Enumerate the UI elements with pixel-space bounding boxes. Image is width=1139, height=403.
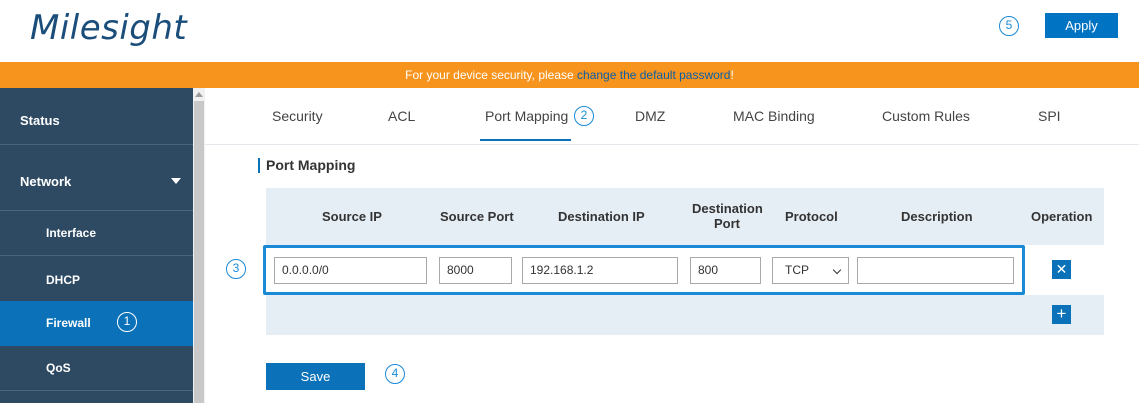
add-row-button[interactable]: + xyxy=(1052,305,1071,324)
delete-row-button[interactable]: ✕ xyxy=(1052,260,1071,279)
change-password-link[interactable]: change the default password xyxy=(577,68,730,82)
sidebar-item-label: Firewall xyxy=(46,316,91,330)
tab-spi[interactable]: SPI xyxy=(1038,108,1061,124)
sidebar-item-dhcp[interactable]: DHCP xyxy=(0,256,193,300)
tab-acl[interactable]: ACL xyxy=(388,108,415,124)
banner-text: For your device security, please xyxy=(405,68,578,82)
milesight-logo: Milesight xyxy=(30,8,188,48)
step-marker-1: 1 xyxy=(117,312,137,332)
save-button[interactable]: Save xyxy=(266,363,365,390)
row-highlight-box xyxy=(263,245,1025,295)
sidebar-item-label: Network xyxy=(20,174,72,189)
scrollbar-thumb[interactable] xyxy=(194,101,204,403)
step-marker-2: 2 xyxy=(574,106,594,126)
sidebar-item-label: QoS xyxy=(46,361,71,375)
column-header-destination-ip: Destination IP xyxy=(558,209,645,224)
sidebar-item-label: Interface xyxy=(46,226,97,240)
column-header-operation: Operation xyxy=(1031,209,1093,224)
apply-button[interactable]: Apply xyxy=(1045,13,1118,38)
column-header-protocol: Protocol xyxy=(785,209,838,224)
active-tab-indicator xyxy=(480,139,571,141)
table-header xyxy=(266,188,1104,245)
add-row-bar xyxy=(266,295,1104,335)
tab-security[interactable]: Security xyxy=(272,108,323,124)
sidebar-item-label: Status xyxy=(20,113,60,128)
security-banner: For your device security, please change … xyxy=(0,62,1139,88)
scroll-up-arrow-icon[interactable] xyxy=(195,92,203,97)
banner-suffix: ! xyxy=(730,68,734,82)
top-bar: Milesight 5 Apply xyxy=(0,0,1139,62)
step-marker-5: 5 xyxy=(999,16,1019,36)
sidebar-divider xyxy=(0,390,193,391)
column-header-description: Description xyxy=(901,209,973,224)
tab-bar xyxy=(205,88,1139,145)
header-line-2: Port xyxy=(714,216,740,231)
tab-mac-binding[interactable]: MAC Binding xyxy=(733,108,815,124)
sidebar-divider xyxy=(0,144,193,145)
column-header-source-port: Source Port xyxy=(440,209,514,224)
step-marker-4: 4 xyxy=(385,364,405,384)
column-header-destination-port: Destination Port xyxy=(692,201,763,231)
sidebar-item-interface[interactable]: Interface xyxy=(0,211,193,255)
sidebar-item-status[interactable]: Status xyxy=(0,98,193,144)
tab-custom-rules[interactable]: Custom Rules xyxy=(882,108,970,124)
tab-dmz[interactable]: DMZ xyxy=(635,108,665,124)
sidebar-item-network[interactable]: Network xyxy=(0,156,193,208)
sidebar-item-label: DHCP xyxy=(46,273,81,287)
step-marker-3: 3 xyxy=(226,259,246,279)
tab-port-mapping[interactable]: Port Mapping xyxy=(485,108,568,124)
header-line-1: Destination xyxy=(692,201,763,216)
caret-down-icon xyxy=(171,178,181,184)
section-title: Port Mapping xyxy=(258,158,355,173)
sidebar-item-qos[interactable]: QoS xyxy=(0,346,193,390)
column-header-source-ip: Source IP xyxy=(322,209,382,224)
sidebar-item-firewall[interactable]: Firewall xyxy=(0,301,193,346)
